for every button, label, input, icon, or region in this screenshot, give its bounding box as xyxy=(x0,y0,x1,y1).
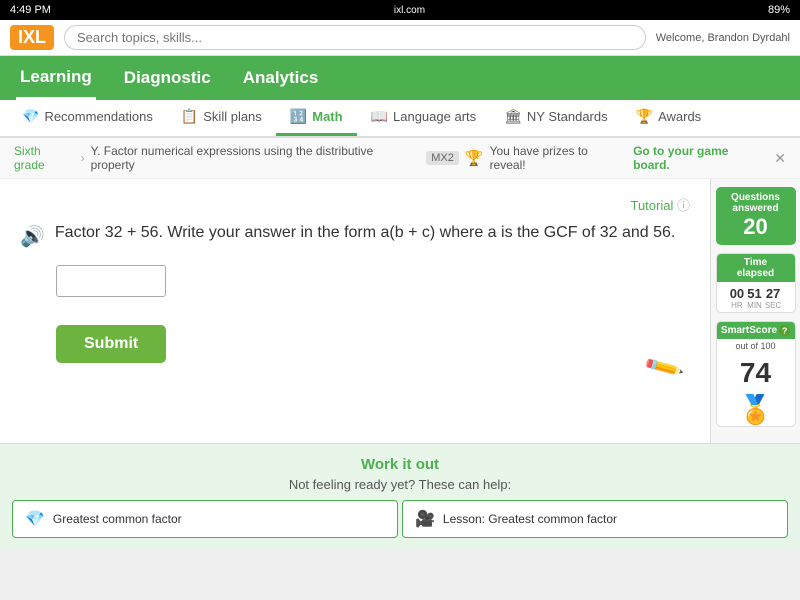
answer-input[interactable] xyxy=(56,265,166,297)
medal-icon: 🏅 xyxy=(717,393,795,426)
questions-answered-value: 20 xyxy=(721,214,791,240)
time-hr-value: 00 xyxy=(730,286,744,301)
lesson-card-label: Lesson: Greatest common factor xyxy=(443,512,617,526)
smart-score-box: SmartScore ? out of 100 74 🏅 xyxy=(716,321,796,427)
help-subtitle: Not feeling ready yet? These can help: xyxy=(12,477,788,492)
tab-language-arts-label: Language arts xyxy=(393,109,476,124)
prize-text: You have prizes to reveal! xyxy=(490,144,628,172)
status-bar: 4:49 PM ixl.com 89% xyxy=(0,0,800,20)
tab-skill-plans-label: Skill plans xyxy=(203,109,262,124)
prize-link[interactable]: Go to your game board. xyxy=(633,144,768,172)
language-arts-icon: 📖 xyxy=(371,108,388,125)
tab-recommendations[interactable]: 💎 Recommendations xyxy=(8,100,167,136)
gcf-card-icon: 💎 xyxy=(25,509,45,529)
awards-icon: 🏆 xyxy=(636,108,653,125)
search-input[interactable] xyxy=(64,25,646,50)
status-url: ixl.com xyxy=(394,5,425,16)
nav-item-learning[interactable]: Learning xyxy=(16,57,96,100)
time-elapsed-label: Timeelapsed xyxy=(717,254,795,282)
status-time: 4:49 PM xyxy=(10,4,51,16)
help-card-lesson[interactable]: 🎥 Lesson: Greatest common factor xyxy=(402,500,788,538)
tutorial-link[interactable]: Tutorial ⓘ xyxy=(20,195,690,214)
ixl-logo: IXL xyxy=(10,25,54,50)
audio-icon[interactable]: 🔊 xyxy=(20,224,45,249)
user-welcome: Welcome, Brandon Dyrdahl xyxy=(656,32,790,44)
questions-answered-box: Questionsanswered 20 xyxy=(716,187,796,245)
help-cards: 💎 Greatest common factor 🎥 Lesson: Great… xyxy=(12,500,788,538)
time-hr: 00 HR xyxy=(730,286,744,310)
status-battery: 89% xyxy=(768,4,790,16)
help-title: Work it out xyxy=(12,456,788,473)
question-area: Tutorial ⓘ 🔊 Factor 32 + 56. Write your … xyxy=(0,179,710,443)
help-card-gcf[interactable]: 💎 Greatest common factor xyxy=(12,500,398,538)
math-icon: 🔢 xyxy=(290,108,307,125)
lesson-card-icon: 🎥 xyxy=(415,509,435,529)
prize-close-button[interactable]: ✕ xyxy=(774,150,786,167)
pencil-icon[interactable]: ✏️ xyxy=(642,346,686,389)
smart-score-info-icon: ? xyxy=(779,325,790,336)
tab-awards-label: Awards xyxy=(658,109,701,124)
help-section: Work it out Not feeling ready yet? These… xyxy=(0,443,800,550)
breadcrumb-bar: Sixth grade › Y. Factor numerical expres… xyxy=(0,138,800,179)
tutorial-label[interactable]: Tutorial xyxy=(630,198,673,213)
time-sec-value: 27 xyxy=(765,286,781,301)
smart-score-sublabel: out of 100 xyxy=(717,339,795,353)
tab-math-label: Math xyxy=(312,109,342,124)
side-panel: Questionsanswered 20 Timeelapsed 00 HR 5… xyxy=(710,179,800,443)
time-sec: 27 SEC xyxy=(765,286,781,310)
breadcrumb-skill: Y. Factor numerical expressions using th… xyxy=(91,144,421,172)
breadcrumb-arrow: › xyxy=(81,151,85,165)
gcf-card-label: Greatest common factor xyxy=(53,512,182,526)
content-wrapper: Tutorial ⓘ 🔊 Factor 32 + 56. Write your … xyxy=(0,179,800,443)
tab-skill-plans[interactable]: 📋 Skill plans xyxy=(167,100,276,136)
tab-ny-standards-label: NY Standards xyxy=(527,109,608,124)
breadcrumb-grade[interactable]: Sixth grade xyxy=(14,144,75,172)
sub-nav: 💎 Recommendations 📋 Skill plans 🔢 Math 📖… xyxy=(0,100,800,138)
time-elapsed-box: Timeelapsed 00 HR 51 MIN 27 SEC xyxy=(716,253,796,313)
smart-score-label: SmartScore xyxy=(721,325,777,336)
main-nav: Learning Diagnostic Analytics xyxy=(0,56,800,100)
tab-math[interactable]: 🔢 Math xyxy=(276,100,357,136)
time-display: 00 HR 51 MIN 27 SEC xyxy=(717,282,795,312)
time-sec-label: SEC xyxy=(765,301,781,310)
smart-score-value: 74 xyxy=(717,353,795,393)
nav-item-diagnostic[interactable]: Diagnostic xyxy=(120,58,215,98)
question-text: 🔊 Factor 32 + 56. Write your answer in t… xyxy=(20,224,690,249)
tab-recommendations-label: Recommendations xyxy=(44,109,152,124)
prize-banner: 🏆 You have prizes to reveal! Go to your … xyxy=(465,144,786,172)
skill-badge: MX2 xyxy=(426,151,459,165)
time-hr-label: HR xyxy=(730,301,744,310)
time-min-value: 51 xyxy=(747,286,762,301)
time-min: 51 MIN xyxy=(747,286,762,310)
questions-answered-label: Questionsanswered xyxy=(721,192,791,214)
smart-score-header: SmartScore ? xyxy=(717,322,795,339)
submit-button[interactable]: Submit xyxy=(56,325,166,363)
ny-standards-icon: 🏛 xyxy=(504,108,522,125)
time-min-label: MIN xyxy=(747,301,762,310)
question-content: Factor 32 + 56. Write your answer in the… xyxy=(55,224,675,242)
trophy-icon: 🏆 xyxy=(465,149,484,167)
tab-language-arts[interactable]: 📖 Language arts xyxy=(357,100,491,136)
recommendations-icon: 💎 xyxy=(22,108,39,125)
nav-item-analytics[interactable]: Analytics xyxy=(239,58,323,98)
tab-ny-standards[interactable]: 🏛 NY Standards xyxy=(490,100,621,136)
tutorial-info-icon: ⓘ xyxy=(677,198,690,213)
tab-awards[interactable]: 🏆 Awards xyxy=(622,100,716,136)
skill-plans-icon: 📋 xyxy=(181,108,198,125)
top-bar: IXL Welcome, Brandon Dyrdahl xyxy=(0,20,800,56)
